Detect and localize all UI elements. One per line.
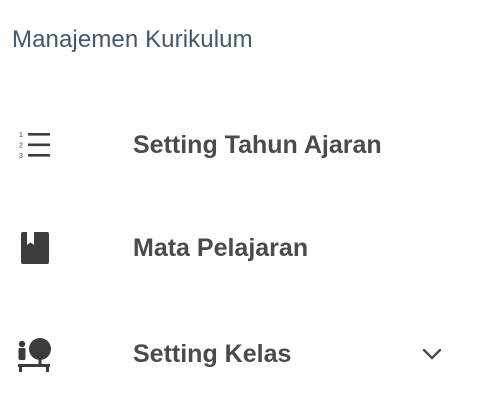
- curriculum-menu: Manajemen Kurikulum 1 2 3 Setting Tahun …: [0, 0, 488, 411]
- section-title: Manajemen Kurikulum: [12, 26, 253, 53]
- svg-text:3: 3: [19, 153, 23, 160]
- svg-text:2: 2: [19, 143, 23, 150]
- menu-item-mata-pelajaran[interactable]: Mata Pelajaran: [0, 216, 488, 280]
- svg-text:1: 1: [19, 132, 23, 139]
- class-person-icon: [10, 329, 60, 379]
- numbered-list-icon: 1 2 3: [10, 120, 60, 170]
- menu-item-label: Setting Tahun Ajaran: [133, 130, 382, 159]
- menu-item-setting-kelas[interactable]: Setting Kelas: [0, 322, 488, 386]
- book-icon: [10, 223, 60, 273]
- menu-item-setting-tahun-ajaran[interactable]: 1 2 3 Setting Tahun Ajaran: [0, 113, 488, 177]
- menu-item-label: Mata Pelajaran: [133, 233, 309, 262]
- chevron-down-icon[interactable]: [414, 336, 450, 372]
- menu-item-label: Setting Kelas: [133, 339, 292, 368]
